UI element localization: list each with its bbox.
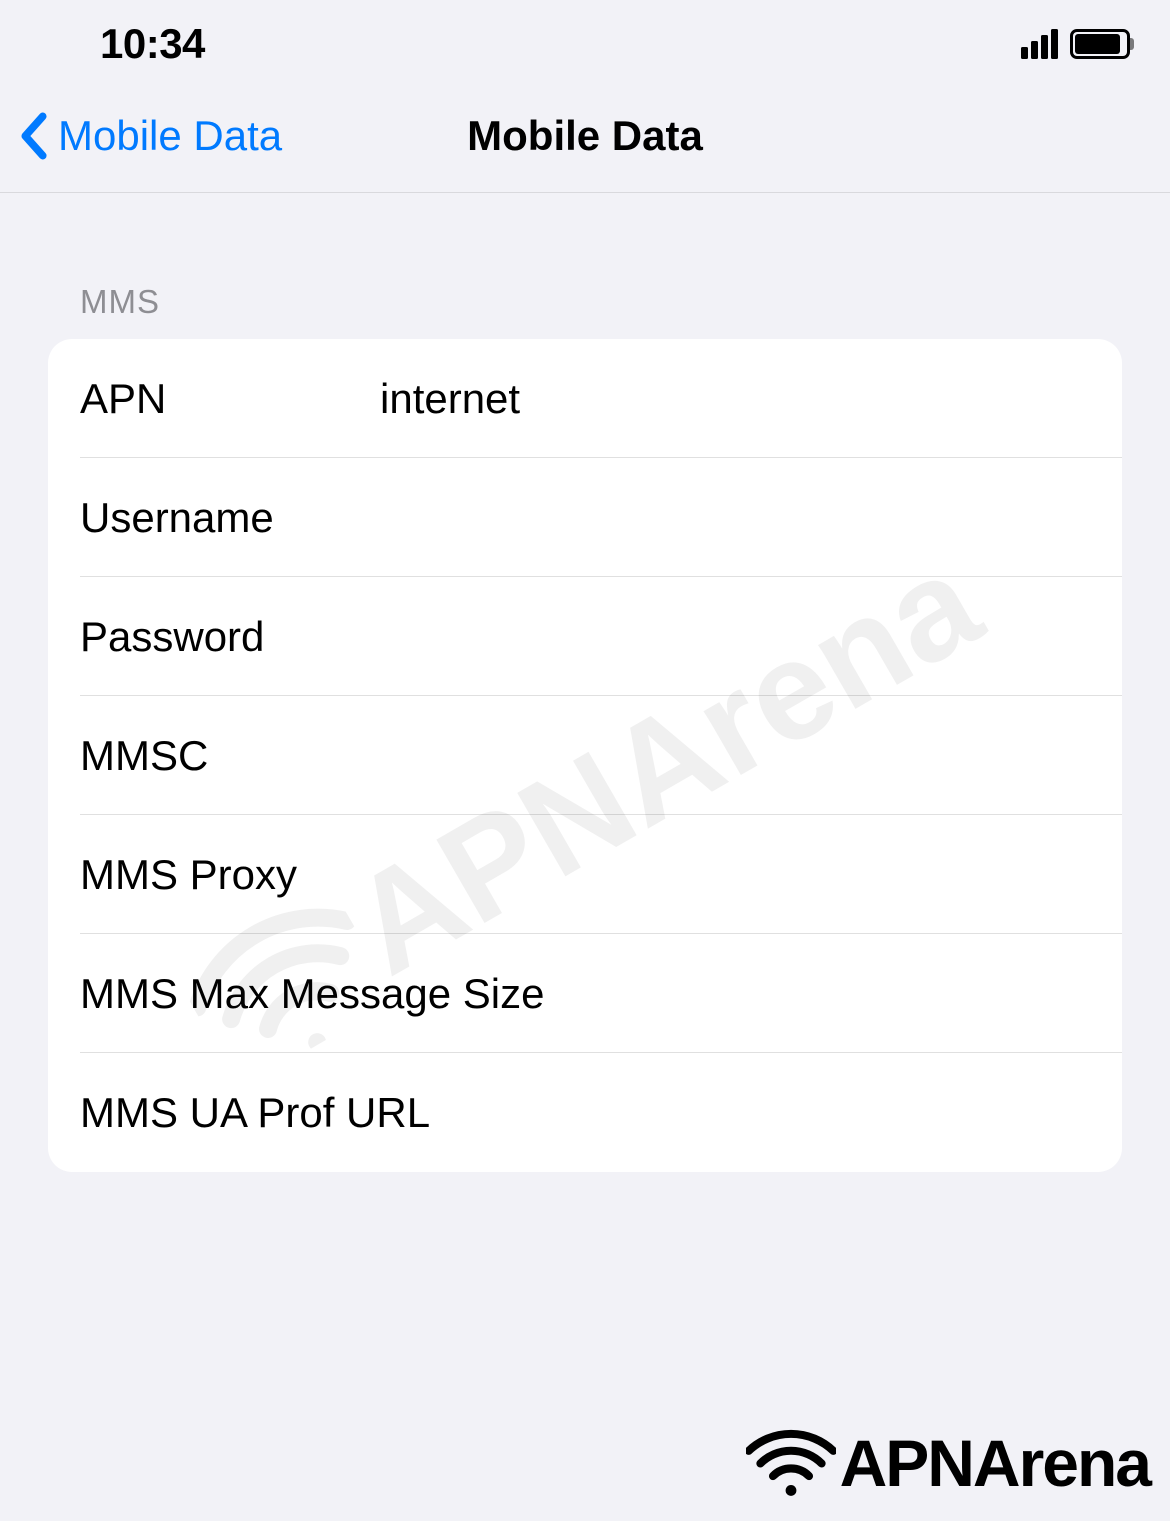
page-title: Mobile Data bbox=[467, 112, 703, 160]
row-apn[interactable]: APN bbox=[48, 339, 1122, 458]
cellular-signal-icon bbox=[1021, 29, 1058, 59]
row-password[interactable]: Password bbox=[48, 577, 1122, 696]
navigation-bar: Mobile Data Mobile Data bbox=[0, 80, 1170, 193]
back-label: Mobile Data bbox=[58, 112, 282, 160]
label-password: Password bbox=[80, 613, 380, 661]
row-mmsc[interactable]: MMSC bbox=[48, 696, 1122, 815]
row-username[interactable]: Username bbox=[48, 458, 1122, 577]
status-time: 10:34 bbox=[100, 20, 205, 68]
chevron-left-icon bbox=[20, 112, 48, 160]
watermark-logo-text: APNArena bbox=[840, 1425, 1150, 1501]
row-mms-proxy[interactable]: MMS Proxy bbox=[48, 815, 1122, 934]
label-username: Username bbox=[80, 494, 380, 542]
input-mms-proxy[interactable] bbox=[380, 851, 1090, 899]
input-mmsc[interactable] bbox=[380, 732, 1090, 780]
battery-icon bbox=[1070, 29, 1130, 59]
row-mms-max-size[interactable]: MMS Max Message Size bbox=[48, 934, 1122, 1053]
row-mms-ua-prof[interactable]: MMS UA Prof URL bbox=[48, 1053, 1122, 1172]
label-mms-max-size: MMS Max Message Size bbox=[80, 970, 549, 1018]
input-username[interactable] bbox=[380, 494, 1090, 542]
label-mms-proxy: MMS Proxy bbox=[80, 851, 380, 899]
status-bar: 10:34 bbox=[0, 0, 1170, 80]
wifi-icon bbox=[746, 1428, 836, 1498]
label-apn: APN bbox=[80, 375, 380, 423]
settings-card: APN Username Password MMSC MMS Proxy MMS… bbox=[48, 339, 1122, 1172]
back-button[interactable]: Mobile Data bbox=[20, 112, 282, 160]
label-mmsc: MMSC bbox=[80, 732, 380, 780]
status-indicators bbox=[1021, 29, 1130, 59]
input-mms-ua-prof[interactable] bbox=[549, 1089, 1090, 1137]
input-password[interactable] bbox=[380, 613, 1090, 661]
input-mms-max-size[interactable] bbox=[549, 970, 1090, 1018]
label-mms-ua-prof: MMS UA Prof URL bbox=[80, 1089, 549, 1137]
content-area: MMS APN Username Password MMSC MMS Proxy… bbox=[0, 193, 1170, 1172]
section-header-mms: MMS bbox=[80, 283, 1122, 321]
input-apn[interactable] bbox=[380, 375, 1090, 423]
watermark-logo: APNArena bbox=[746, 1425, 1150, 1501]
